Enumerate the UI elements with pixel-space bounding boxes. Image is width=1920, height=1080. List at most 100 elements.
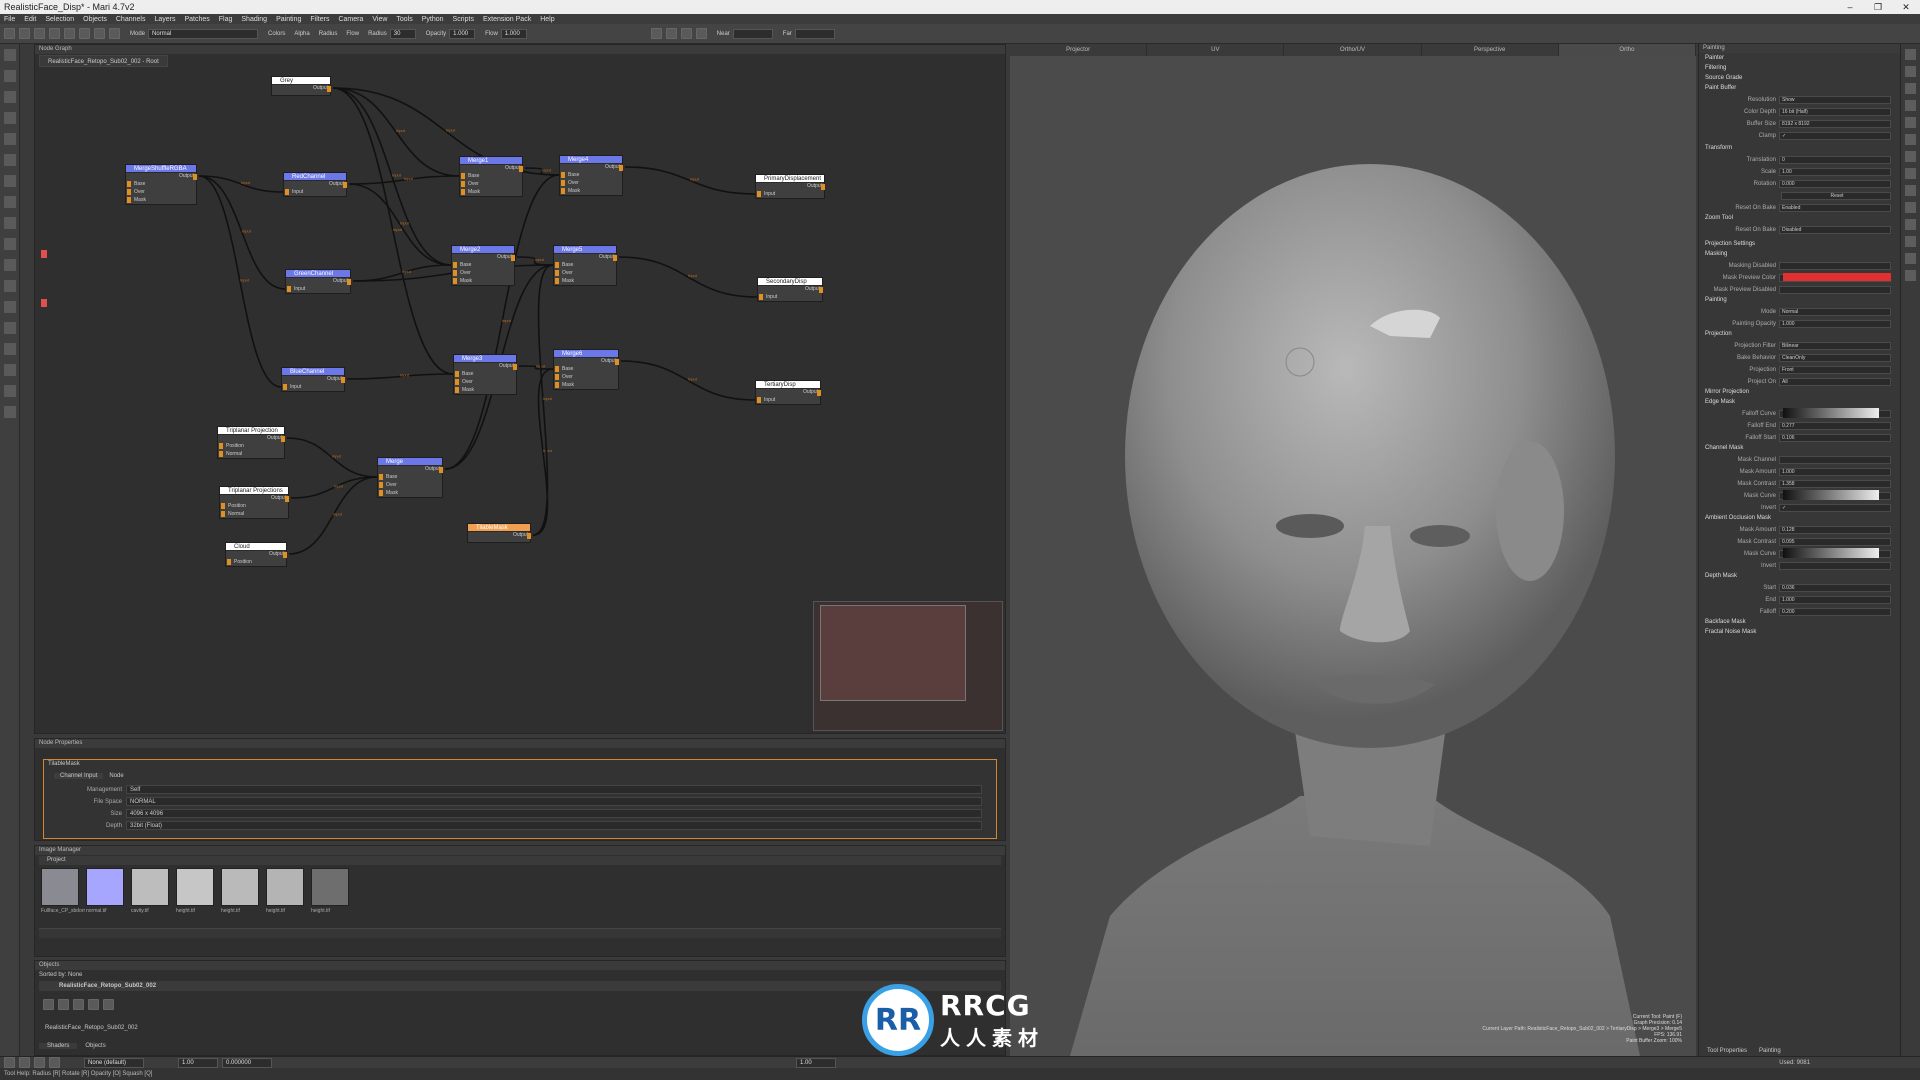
- transform-tool-icon[interactable]: [4, 133, 16, 145]
- menu-item-channels[interactable]: Channels: [116, 16, 146, 23]
- redo-icon[interactable]: [64, 28, 75, 39]
- mask-tool-icon[interactable]: [4, 364, 16, 376]
- node-output-port[interactable]: [613, 255, 617, 261]
- node-triplanar1[interactable]: Triplanar Projection Output Position Normal: [217, 426, 285, 459]
- port-icon[interactable]: [555, 270, 559, 276]
- image-thumbnail[interactable]: [176, 868, 214, 906]
- undo-icon[interactable]: [4, 1057, 15, 1068]
- port-icon[interactable]: [453, 270, 457, 276]
- view-icon[interactable]: [650, 28, 662, 39]
- section-header[interactable]: Channel Mask: [1701, 444, 1897, 453]
- menu-item-scripts[interactable]: Scripts: [453, 16, 474, 23]
- port-icon[interactable]: [127, 189, 131, 195]
- zoom-field[interactable]: 1.00: [796, 1057, 836, 1068]
- select-tool-icon[interactable]: [4, 49, 16, 61]
- section-header[interactable]: Depth Mask: [1701, 572, 1897, 581]
- row-value[interactable]: All: [1779, 377, 1891, 386]
- node-input-port[interactable]: Base: [378, 473, 442, 481]
- node-input-port[interactable]: Base: [554, 261, 616, 269]
- row-value[interactable]: Bilinear: [1779, 341, 1891, 350]
- tab-channel-input[interactable]: Channel Input: [54, 773, 104, 779]
- port-icon[interactable]: [285, 189, 289, 195]
- minimize-button[interactable]: –: [1836, 0, 1864, 14]
- shader-tool-icon[interactable]: [4, 322, 16, 334]
- node-input-port[interactable]: Over: [554, 269, 616, 277]
- exposure-field[interactable]: 1.00: [178, 1057, 218, 1068]
- section-header[interactable]: Source Grade: [1701, 74, 1897, 83]
- node-grey[interactable]: Grey Output: [271, 76, 331, 96]
- node-input-port[interactable]: Mask: [460, 188, 522, 196]
- row-value[interactable]: 0.106: [1779, 433, 1891, 442]
- node-green[interactable]: GreenChannel Output Input: [285, 269, 351, 294]
- image-thumbnail[interactable]: [86, 868, 124, 906]
- frame-icon[interactable]: [695, 28, 707, 39]
- node-red[interactable]: RedChannel Output Input: [283, 172, 347, 197]
- node-input-port[interactable]: Position: [220, 502, 288, 510]
- port-icon[interactable]: [227, 559, 231, 565]
- node-output-port[interactable]: [283, 552, 287, 558]
- row-value[interactable]: 0.095: [1779, 537, 1891, 546]
- port-icon[interactable]: [555, 374, 559, 380]
- port-icon[interactable]: [455, 371, 459, 377]
- node-input-port[interactable]: Mask: [554, 381, 618, 389]
- grid-icon[interactable]: [665, 28, 677, 39]
- object-root[interactable]: RealisticFace_Retopo_Sub02_002: [39, 981, 1001, 991]
- tools-palette-icon[interactable]: [1905, 168, 1916, 179]
- grid-tool-icon[interactable]: [4, 385, 16, 397]
- node-output-port[interactable]: [817, 390, 821, 396]
- backdrop-input-port[interactable]: [41, 299, 47, 307]
- zoom-tool-icon[interactable]: [4, 406, 16, 418]
- menu-item-objects[interactable]: Objects: [83, 16, 107, 23]
- row-value[interactable]: ✓: [1779, 503, 1891, 512]
- fill-tool-icon[interactable]: [4, 196, 16, 208]
- toolbar-palette-icon[interactable]: [1905, 270, 1916, 281]
- port-icon[interactable]: [379, 490, 383, 496]
- node-input-port[interactable]: Over: [460, 180, 522, 188]
- mask-preview-color-swatch[interactable]: [1783, 273, 1891, 281]
- picker-tool-icon[interactable]: [4, 280, 16, 292]
- row-value[interactable]: 0: [1779, 155, 1891, 164]
- near-field[interactable]: [732, 28, 773, 39]
- light-tool-icon[interactable]: [4, 301, 16, 313]
- node-input-port[interactable]: Normal: [220, 510, 288, 518]
- node-input-port[interactable]: Mask: [454, 386, 516, 394]
- node-input-port[interactable]: Over: [454, 378, 516, 386]
- row-value[interactable]: [1779, 455, 1891, 464]
- node-output-port[interactable]: [519, 166, 523, 172]
- node-output-port[interactable]: [527, 533, 531, 539]
- bake-icon[interactable]: [94, 28, 105, 39]
- node-input-port[interactable]: Over: [378, 481, 442, 489]
- row-value[interactable]: 16 bit (Half): [1779, 107, 1891, 116]
- port-icon[interactable]: [127, 181, 131, 187]
- menu-item-layers[interactable]: Layers: [154, 16, 175, 23]
- node-input-port[interactable]: Input: [758, 293, 822, 301]
- node-output-port[interactable]: [821, 184, 825, 190]
- port-icon[interactable]: [221, 511, 225, 517]
- node-input-port[interactable]: Input: [286, 285, 350, 293]
- brush-palette-icon[interactable]: [1905, 151, 1916, 162]
- shelf-palette-icon[interactable]: [1905, 100, 1916, 111]
- node-output-port[interactable]: [513, 364, 517, 370]
- menu-item-filters[interactable]: Filters: [310, 16, 329, 23]
- port-icon[interactable]: [561, 180, 565, 186]
- lock-icon[interactable]: [88, 999, 99, 1010]
- layer-tool-icon[interactable]: [4, 343, 16, 355]
- row-value[interactable]: 0.128: [1779, 525, 1891, 534]
- shader-select[interactable]: None (default): [84, 1057, 144, 1068]
- menu-item-flag[interactable]: Flag: [219, 16, 233, 23]
- node-merge5[interactable]: Merge5 Output Base Over Mask: [553, 245, 617, 286]
- port-icon[interactable]: [757, 397, 761, 403]
- port-icon[interactable]: [461, 189, 465, 195]
- paint-icon[interactable]: [79, 28, 90, 39]
- maximize-button[interactable]: ❐: [1864, 0, 1892, 14]
- node-input-port[interactable]: Base: [126, 180, 196, 188]
- tab-projector[interactable]: Projector: [1010, 44, 1148, 56]
- port-icon[interactable]: [555, 382, 559, 388]
- node-tilablemask[interactable]: TilableMask Output: [467, 523, 531, 543]
- remove-object-icon[interactable]: [58, 999, 69, 1010]
- section-header[interactable]: Mirror Projection: [1701, 388, 1897, 397]
- menu-item-help[interactable]: Help: [540, 16, 554, 23]
- node-input-port[interactable]: Position: [226, 558, 286, 566]
- backdrop-input-port[interactable]: [41, 250, 47, 258]
- close-button[interactable]: ✕: [1892, 0, 1920, 14]
